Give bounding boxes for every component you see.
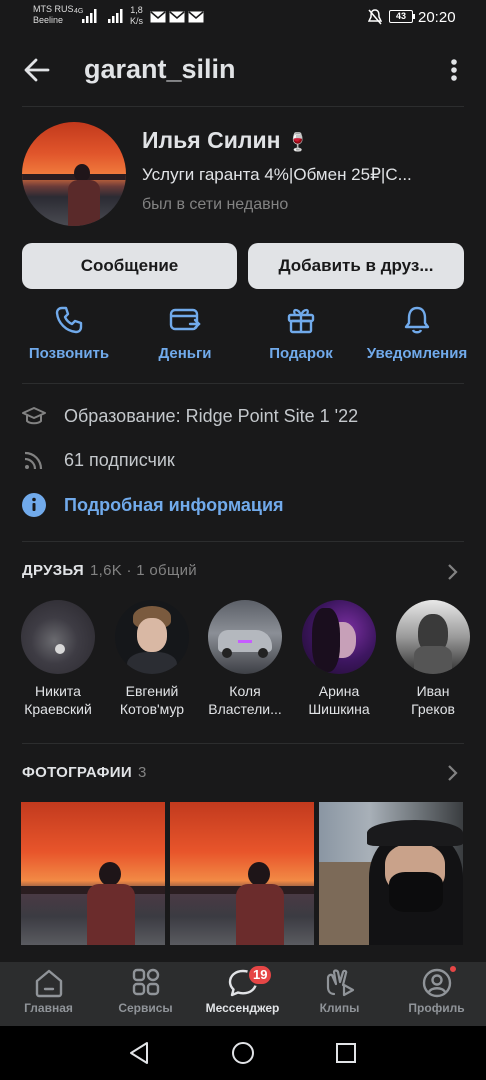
friend-avatar (396, 600, 470, 674)
gift-action[interactable]: Подарок (246, 305, 356, 362)
wine-emoji: 🍷 (286, 132, 310, 152)
signal-icon (82, 9, 97, 23)
friends-title: ДРУЗЬЯ (22, 562, 85, 579)
gift-label: Подарок (269, 345, 333, 362)
divider (22, 383, 464, 384)
friends-count: 1,6K · 1 общий (90, 562, 197, 579)
notifications-label: Уведомления (366, 345, 468, 362)
friend-avatar (115, 600, 189, 674)
photos-header[interactable]: ФОТОГРАФИИ 3 (22, 764, 147, 781)
battery-indicator: 43 (389, 10, 413, 23)
divider (22, 743, 464, 744)
nav-recents-icon[interactable] (335, 1042, 357, 1064)
mail-icon-3 (188, 11, 204, 23)
message-button[interactable]: Сообщение (22, 243, 237, 289)
clock: 20:20 (418, 9, 456, 26)
top-bar: garant_silin (0, 36, 486, 106)
money-action[interactable]: Деньги (130, 305, 240, 362)
mail-icon (150, 11, 166, 23)
tab-home-label: Главная (24, 1001, 73, 1015)
friend-item[interactable]: Евгений Котов'мур (106, 600, 198, 718)
friends-header[interactable]: ДРУЗЬЯ 1,6K · 1 общий (22, 562, 197, 579)
avatar-body (68, 180, 100, 226)
info-icon (22, 493, 46, 517)
friend-name: Коля Властели... (208, 683, 282, 717)
friend-avatar (21, 600, 95, 674)
nav-home-icon[interactable] (231, 1041, 255, 1065)
system-nav-bar (0, 1026, 486, 1080)
divider (22, 106, 464, 107)
signal-icon-2 (108, 9, 123, 23)
add-friend-button[interactable]: Добавить в друз... (248, 243, 464, 289)
clips-icon (326, 969, 354, 997)
photos-count: 3 (137, 764, 147, 781)
profile-name: Илья Силин 🍷 (142, 127, 309, 154)
details-link-text: Подробная информация (64, 494, 284, 515)
friend-name: Арина Шишкина (308, 683, 370, 717)
status-bar: MTS RUS Beeline 4G 1,8 K/s 43 20:20 (0, 0, 486, 36)
nav-back-icon[interactable] (128, 1041, 150, 1065)
back-icon[interactable] (24, 58, 50, 82)
photo-thumbnail[interactable] (170, 802, 314, 945)
profile-icon (422, 968, 451, 998)
photo-thumbnail[interactable] (319, 802, 463, 945)
unread-badge: 19 (247, 964, 274, 986)
followers-row[interactable]: 61 подписчик (22, 445, 175, 475)
friend-name: Иван Греков (411, 683, 455, 717)
photos-title: ФОТОГРАФИИ (22, 764, 132, 781)
chevron-right-icon[interactable] (447, 764, 459, 782)
carrier-2: Beeline (33, 15, 64, 25)
friend-item[interactable]: Арина Шишкина (293, 600, 385, 718)
education-row: Образование: Ridge Point Site 1 '22 (22, 401, 358, 431)
gift-icon (287, 308, 315, 334)
mail-icon-2 (169, 11, 185, 23)
education-text: Образование: Ridge Point Site 1 '22 (64, 405, 359, 426)
carrier-1: MTS RUS (33, 4, 74, 14)
divider (22, 541, 464, 542)
tab-services-label: Сервисы (118, 1001, 173, 1015)
tab-profile[interactable]: Профиль (388, 962, 485, 1026)
friend-name: Евгений Котов'мур (119, 683, 185, 717)
tab-profile-label: Профиль (408, 1001, 465, 1015)
tab-services[interactable]: Сервисы (97, 962, 194, 1026)
friend-item[interactable]: Коля Властели... (199, 600, 291, 718)
friend-item[interactable]: Иван Греков (387, 600, 479, 718)
bell-icon (404, 306, 430, 334)
network-speed: 1,8 K/s (130, 5, 144, 26)
profile-dot (448, 964, 458, 974)
battery-tip (413, 14, 415, 19)
carrier-info: MTS RUS Beeline (33, 4, 74, 26)
friend-avatar (302, 600, 376, 674)
services-icon (132, 968, 159, 996)
avatar[interactable] (22, 122, 126, 226)
card-icon (169, 308, 201, 331)
tab-clips-label: Клипы (319, 1001, 360, 1015)
notifications-action[interactable]: Уведомления (362, 305, 472, 362)
call-action[interactable]: Позвонить (14, 305, 124, 362)
tab-bar: Главная Сервисы Мессенджер 19 Клипы Проф… (0, 962, 486, 1026)
tab-messenger[interactable]: Мессенджер 19 (194, 962, 291, 1026)
last-seen: был в сети недавно (142, 196, 289, 213)
details-link[interactable]: Подробная информация (22, 490, 284, 520)
photo-thumbnail[interactable] (21, 802, 165, 945)
phone-icon (55, 306, 83, 334)
followers-text: 61 подписчик (64, 449, 175, 470)
more-icon[interactable] (448, 58, 460, 84)
chevron-right-icon[interactable] (447, 563, 459, 581)
followers-icon (24, 451, 43, 470)
home-icon (35, 969, 62, 998)
tab-home[interactable]: Главная (0, 962, 97, 1026)
tab-messenger-label: Мессенджер (205, 1001, 280, 1015)
page-title: garant_silin (84, 54, 236, 84)
friend-item[interactable]: Никита Краевский (12, 600, 104, 718)
friend-avatar (208, 600, 282, 674)
money-label: Деньги (158, 345, 212, 362)
profile-name-text: Илья Силин (142, 127, 281, 153)
education-icon (22, 407, 46, 425)
friend-name: Никита Краевский (24, 683, 92, 717)
tab-clips[interactable]: Клипы (291, 962, 388, 1026)
mute-icon (368, 9, 382, 25)
call-label: Позвонить (28, 345, 110, 362)
profile-status: Услуги гаранта 4%|Обмен 25₽|С... (142, 165, 412, 184)
